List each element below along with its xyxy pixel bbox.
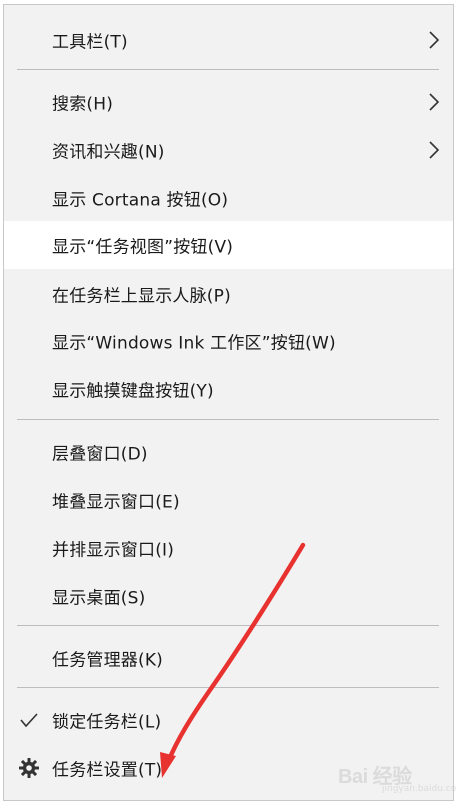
menu-item-show-windows-ink-button[interactable]: 显示“Windows Ink 工作区”按钮(W)	[4, 318, 453, 364]
taskbar-context-menu: 工具栏(T) 搜索(H) 资讯和兴趣(N) 显示 Cortana 按钮(O) 显…	[3, 4, 454, 801]
menu-item-side-by-side-windows[interactable]: 并排显示窗口(I)	[4, 525, 453, 571]
menu-item-label: 显示桌面(S)	[52, 588, 146, 609]
menu-item-label: 任务栏设置(T)	[52, 760, 163, 781]
menu-item-label: 任务管理器(K)	[52, 650, 164, 671]
menu-item-show-cortana-button[interactable]: 显示 Cortana 按钮(O)	[4, 175, 453, 221]
menu-item-label: 显示触摸键盘按钮(Y)	[52, 381, 214, 402]
menu-item-show-desktop[interactable]: 显示桌面(S)	[4, 573, 453, 619]
menu-item-label: 并排显示窗口(I)	[52, 540, 175, 561]
menu-item-toolbars[interactable]: 工具栏(T)	[4, 17, 453, 63]
chevron-right-icon	[429, 141, 440, 159]
menu-item-label: 工具栏(T)	[52, 32, 128, 53]
menu-item-label: 堆叠显示窗口(E)	[52, 492, 180, 513]
menu-item-label: 锁定任务栏(L)	[52, 712, 162, 733]
menu-item-taskbar-settings[interactable]: 任务栏设置(T)	[4, 745, 453, 791]
checkmark-icon	[20, 713, 38, 728]
menu-item-label: 资讯和兴趣(N)	[52, 142, 165, 163]
chevron-right-icon	[429, 31, 440, 49]
menu-item-task-manager[interactable]: 任务管理器(K)	[4, 635, 453, 681]
menu-item-label: 搜索(H)	[52, 94, 114, 115]
menu-item-search[interactable]: 搜索(H)	[4, 79, 453, 125]
menu-item-label: 显示“Windows Ink 工作区”按钮(W)	[52, 333, 336, 354]
menu-separator	[17, 687, 439, 688]
menu-item-news-and-interests[interactable]: 资讯和兴趣(N)	[4, 127, 453, 173]
menu-item-stack-windows[interactable]: 堆叠显示窗口(E)	[4, 477, 453, 523]
menu-separator	[17, 69, 439, 70]
menu-separator	[17, 625, 439, 626]
menu-item-lock-taskbar[interactable]: 锁定任务栏(L)	[4, 697, 453, 743]
menu-item-label: 层叠窗口(D)	[52, 444, 148, 465]
menu-item-show-people[interactable]: 在任务栏上显示人脉(P)	[4, 271, 453, 317]
menu-item-label: 显示“任务视图”按钮(V)	[52, 237, 234, 258]
menu-item-label: 在任务栏上显示人脉(P)	[52, 286, 231, 307]
menu-item-cascade-windows[interactable]: 层叠窗口(D)	[4, 429, 453, 475]
menu-item-show-task-view-button[interactable]: 显示“任务视图”按钮(V)	[4, 221, 453, 269]
menu-item-label: 显示 Cortana 按钮(O)	[52, 190, 229, 211]
gear-icon	[19, 758, 39, 778]
chevron-right-icon	[429, 93, 440, 111]
menu-separator	[17, 419, 439, 420]
menu-item-show-touch-keyboard-button[interactable]: 显示触摸键盘按钮(Y)	[4, 366, 453, 412]
